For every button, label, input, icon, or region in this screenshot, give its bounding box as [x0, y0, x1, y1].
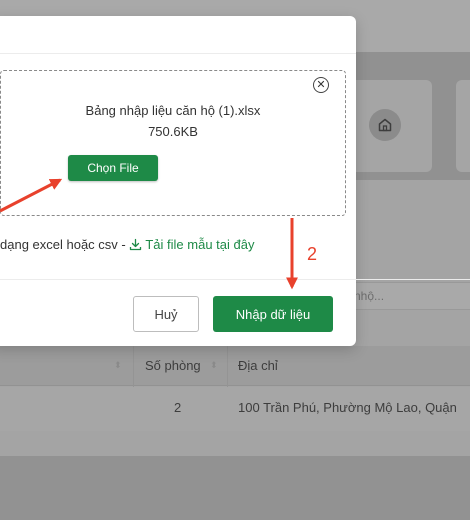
- file-size: 750.6KB: [148, 124, 198, 139]
- home-icon[interactable]: [369, 109, 401, 141]
- column-header-address[interactable]: Địa chỉ: [238, 358, 278, 373]
- remove-file-icon[interactable]: ✕: [313, 77, 329, 93]
- column-header-room[interactable]: Số phòng: [145, 358, 201, 373]
- modal-header-divider: [0, 53, 356, 54]
- sort-icon[interactable]: ⬍: [210, 360, 218, 371]
- file-name: Bảng nhập liệu căn hộ (1).xlsx: [85, 103, 261, 118]
- background-footer: [0, 456, 470, 520]
- table-header: ⬍ Số phòng ⬍ Địa chỉ: [0, 346, 470, 386]
- cancel-button[interactable]: Huỷ: [133, 296, 199, 332]
- file-dropzone[interactable]: [0, 70, 346, 216]
- download-icon: [130, 238, 142, 251]
- step-number-label: 2: [307, 244, 318, 264]
- choose-file-button[interactable]: Chọn File: [68, 155, 158, 181]
- search-input[interactable]: nhộ...: [345, 282, 470, 310]
- hint-text: dạng excel hoặc csv -: [0, 237, 126, 252]
- table-row[interactable]: 2 100 Trần Phú, Phường Mộ Lao, Quận: [0, 387, 470, 431]
- cell-room: 2: [174, 400, 182, 415]
- download-template-link[interactable]: Tải file mẫu tại đây: [129, 237, 254, 252]
- background-card[interactable]: [456, 80, 470, 172]
- upload-hint: dạng excel hoặc csv - Tải file mẫu tại đ…: [0, 237, 254, 252]
- download-template-label[interactable]: Tải file mẫu tại đây: [145, 237, 254, 252]
- sort-icon[interactable]: ⬍: [114, 360, 122, 371]
- modal-footer-divider: [0, 279, 470, 280]
- import-data-button[interactable]: Nhập dữ liệu: [213, 296, 333, 332]
- cell-address: 100 Trần Phú, Phường Mộ Lao, Quận: [238, 400, 457, 415]
